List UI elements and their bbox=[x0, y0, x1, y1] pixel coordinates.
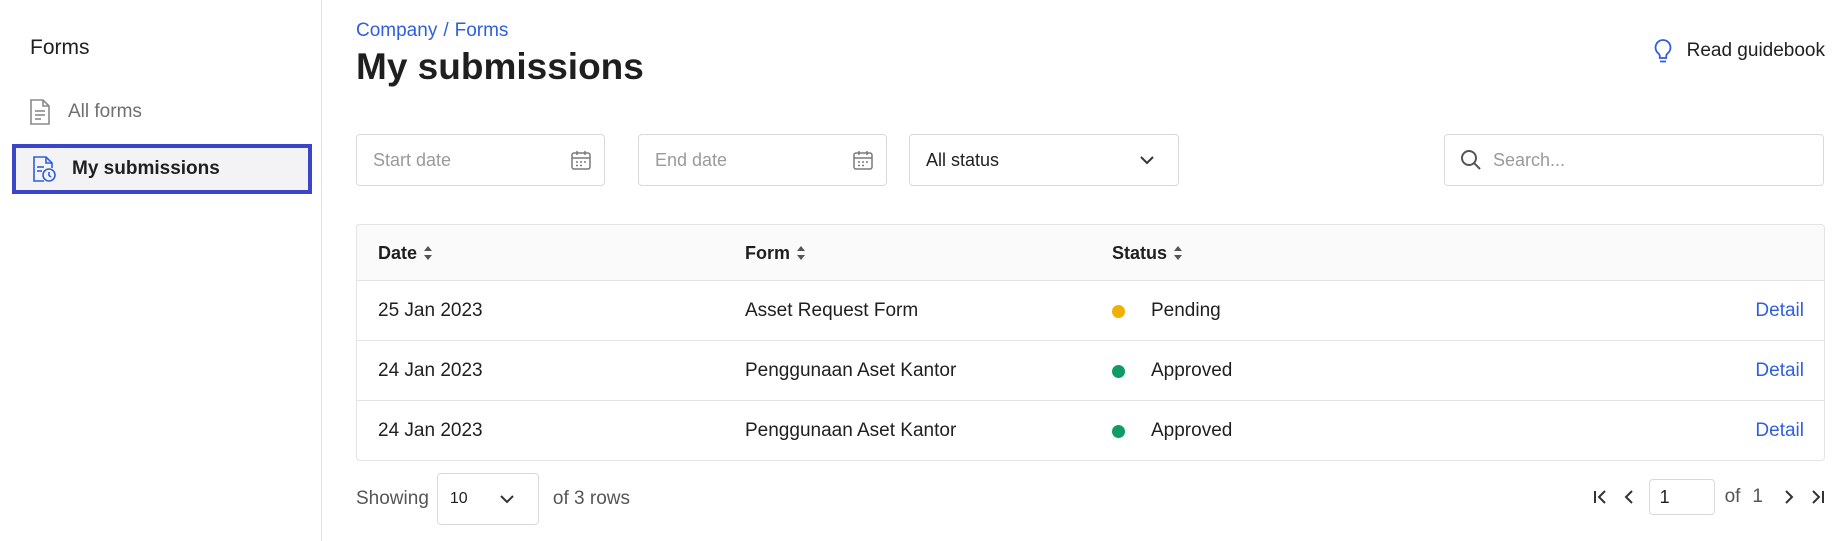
search-icon bbox=[1459, 148, 1483, 172]
cell-form: Asset Request Form bbox=[745, 300, 919, 321]
detail-link[interactable]: Detail bbox=[1755, 281, 1804, 341]
page-title: My submissions bbox=[356, 46, 644, 87]
cell-status: Approved bbox=[1112, 401, 1233, 460]
read-guidebook-button[interactable]: Read guidebook bbox=[1653, 38, 1825, 64]
main-content: Company / Forms My submissions Read guid… bbox=[322, 0, 1845, 541]
total-pages: 1 bbox=[1752, 486, 1763, 507]
column-label: Form bbox=[745, 242, 790, 263]
table-row: 24 Jan 2023 Penggunaan Aset Kantor Appro… bbox=[357, 341, 1824, 401]
cell-status: Pending bbox=[1112, 281, 1221, 341]
detail-link[interactable]: Detail bbox=[1755, 401, 1804, 460]
cell-date: 24 Jan 2023 bbox=[378, 420, 483, 441]
page-number-input[interactable]: 1 bbox=[1648, 479, 1715, 515]
read-guidebook-label: Read guidebook bbox=[1686, 40, 1825, 61]
column-header-date[interactable]: Date bbox=[378, 225, 433, 281]
table-row: 25 Jan 2023 Asset Request Form Pending D… bbox=[357, 281, 1824, 341]
end-date-placeholder: End date bbox=[655, 149, 728, 170]
breadcrumb-separator: / bbox=[443, 20, 449, 41]
sidebar-item-label: My submissions bbox=[72, 158, 220, 179]
start-date-placeholder: Start date bbox=[373, 149, 452, 170]
cell-status: Approved bbox=[1112, 341, 1232, 401]
rows-count-label: of 3 rows bbox=[552, 488, 630, 509]
sort-icon bbox=[423, 245, 433, 261]
document-clock-icon bbox=[30, 153, 58, 185]
column-label: Status bbox=[1112, 242, 1168, 263]
status-dot bbox=[1112, 424, 1125, 438]
table-header: Date Form Status bbox=[357, 225, 1824, 281]
column-header-form[interactable]: Form bbox=[745, 225, 806, 281]
status-dot bbox=[1112, 304, 1125, 318]
sort-icon bbox=[796, 245, 806, 261]
sidebar: Forms All forms My submissions bbox=[0, 0, 322, 541]
search-placeholder: Search... bbox=[1493, 149, 1566, 170]
rows-summary: Showing 10 of 3 rows bbox=[356, 473, 630, 525]
end-date-field[interactable]: End date bbox=[638, 134, 887, 186]
pagination: 1 of 1 bbox=[1587, 479, 1831, 515]
column-label: Date bbox=[378, 242, 418, 263]
sidebar-title: Forms bbox=[30, 36, 90, 59]
cell-form: Penggunaan Aset Kantor bbox=[745, 420, 957, 441]
column-header-status[interactable]: Status bbox=[1112, 225, 1183, 281]
page-size-value: 10 bbox=[449, 490, 468, 507]
lightbulb-icon bbox=[1653, 38, 1673, 64]
chevron-down-icon bbox=[1138, 151, 1156, 169]
sidebar-item-my-submissions[interactable]: My submissions bbox=[12, 144, 312, 194]
status-badge: Approved bbox=[1151, 360, 1233, 381]
sidebar-item-label: All forms bbox=[68, 101, 142, 122]
breadcrumb-forms[interactable]: Forms bbox=[455, 20, 509, 42]
cell-date: 24 Jan 2023 bbox=[378, 360, 483, 381]
calendar-icon bbox=[570, 149, 592, 171]
sort-icon bbox=[1173, 245, 1183, 261]
chevron-down-icon bbox=[498, 490, 516, 508]
table-footer: Showing 10 of 3 rows 1 of 1 bbox=[356, 473, 1831, 525]
breadcrumb-company[interactable]: Company bbox=[356, 20, 437, 42]
sidebar-item-all-forms[interactable]: All forms bbox=[12, 88, 312, 136]
breadcrumb: Company / Forms bbox=[356, 20, 508, 42]
status-badge: Pending bbox=[1151, 300, 1221, 321]
next-page-icon[interactable] bbox=[1778, 479, 1800, 515]
status-badge: Approved bbox=[1151, 420, 1233, 441]
status-select[interactable]: All status bbox=[909, 134, 1179, 186]
calendar-icon bbox=[852, 149, 874, 171]
status-dot bbox=[1112, 364, 1125, 378]
page-size-select[interactable]: 10 bbox=[436, 473, 539, 525]
page-of-label: of bbox=[1724, 486, 1741, 507]
showing-label: Showing bbox=[356, 488, 429, 509]
detail-link[interactable]: Detail bbox=[1755, 341, 1804, 401]
cell-date: 25 Jan 2023 bbox=[378, 300, 483, 321]
start-date-field[interactable]: Start date bbox=[356, 134, 605, 186]
previous-page-icon[interactable] bbox=[1618, 479, 1640, 515]
search-input[interactable]: Search... bbox=[1444, 134, 1824, 186]
status-select-value: All status bbox=[926, 149, 1000, 170]
first-page-icon[interactable] bbox=[1590, 479, 1612, 515]
submissions-table: Date Form Status 25 Jan 2023 Asset Reque… bbox=[356, 224, 1825, 461]
document-icon bbox=[26, 96, 54, 128]
table-row: 24 Jan 2023 Penggunaan Aset Kantor Appro… bbox=[357, 401, 1824, 460]
cell-form: Penggunaan Aset Kantor bbox=[745, 360, 957, 381]
last-page-icon[interactable] bbox=[1806, 479, 1828, 515]
